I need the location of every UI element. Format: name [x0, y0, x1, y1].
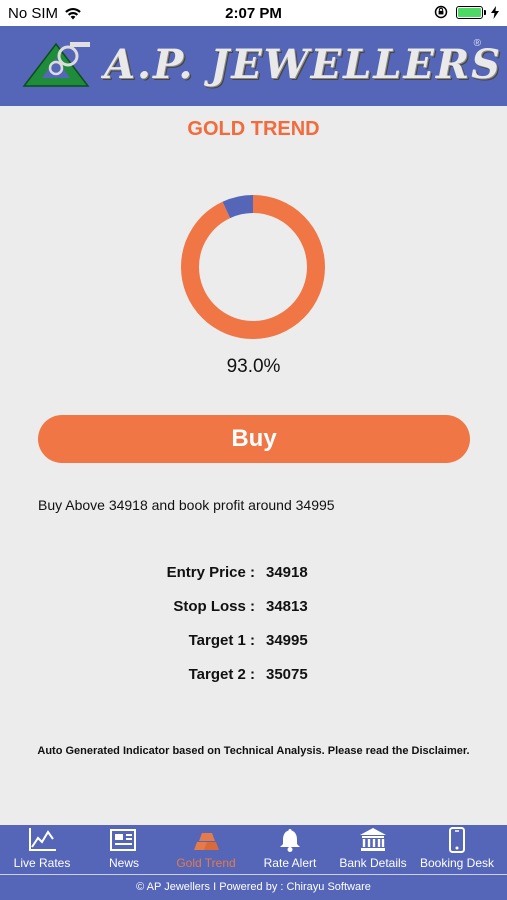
status-time: 2:07 PM	[225, 5, 282, 22]
tab-label: Booking Desk	[419, 856, 495, 870]
logo-icon	[22, 42, 90, 87]
gold-trend-content: GOLD TREND 93.0% Buy Buy Above 34918 and…	[0, 106, 507, 825]
level-label: Entry Price :	[166, 564, 255, 581]
advice-text: Buy Above 34918 and book profit around 3…	[38, 497, 335, 513]
registered-mark: ®	[473, 38, 481, 49]
phone-icon	[449, 827, 465, 853]
level-label: Stop Loss :	[173, 598, 255, 615]
level-row-target-2: Target 2 : 35075	[0, 666, 507, 690]
tab-gold-trend[interactable]: Gold Trend	[164, 825, 248, 875]
tab-label: Gold Trend	[176, 856, 236, 870]
level-row-entry-price: Entry Price : 34918	[0, 564, 507, 588]
orientation-lock-icon	[434, 5, 448, 19]
chart-line-icon	[29, 828, 56, 851]
tab-label: News	[108, 856, 139, 870]
page-title: GOLD TREND	[187, 118, 320, 140]
level-value: 34995	[266, 632, 308, 649]
disclaimer-text[interactable]: Auto Generated Indicator based on Techni…	[0, 745, 507, 757]
tab-label: Rate Alert	[263, 856, 317, 870]
footer-credit: © AP Jewellers I Powered by : Chirayu So…	[136, 881, 371, 893]
level-label: Target 1 :	[188, 632, 255, 649]
tab-live-rates[interactable]: Live Rates	[0, 825, 84, 875]
tab-divider	[0, 874, 507, 875]
charging-icon	[491, 5, 499, 19]
brand-name: A.P. JEWELLERS	[104, 41, 502, 88]
level-value: 34813	[266, 598, 308, 615]
tab-label: Live Rates	[13, 856, 71, 870]
level-label: Target 2 :	[188, 666, 255, 683]
tab-booking-desk[interactable]: Booking Desk	[415, 825, 499, 875]
donut-slice-buy	[181, 195, 325, 339]
bottom-tab-bar: Live Rates News Gold Trend Rate Alert Ba…	[0, 825, 507, 900]
tab-news[interactable]: News	[82, 825, 166, 875]
battery-icon	[456, 5, 486, 19]
newspaper-icon	[110, 829, 136, 851]
bell-icon	[280, 829, 300, 852]
buy-button[interactable]: Buy	[38, 415, 470, 463]
tab-rate-alert[interactable]: Rate Alert	[248, 825, 332, 875]
tab-bank-details[interactable]: Bank Details	[331, 825, 415, 875]
trend-percentage: 93.0%	[226, 356, 281, 377]
bank-icon	[360, 828, 386, 851]
level-value: 35075	[266, 666, 308, 683]
level-row-stop-loss: Stop Loss : 34813	[0, 598, 507, 622]
tab-label: Bank Details	[339, 856, 407, 870]
status-right	[434, 5, 499, 19]
level-row-target-1: Target 1 : 34995	[0, 632, 507, 656]
gold-bars-icon	[194, 833, 219, 850]
trend-donut-chart	[181, 195, 325, 339]
level-value: 34918	[266, 564, 308, 581]
app-header: A.P. JEWELLERS ®	[0, 26, 507, 106]
status-bar: No SIM 2:07 PM	[0, 0, 507, 26]
